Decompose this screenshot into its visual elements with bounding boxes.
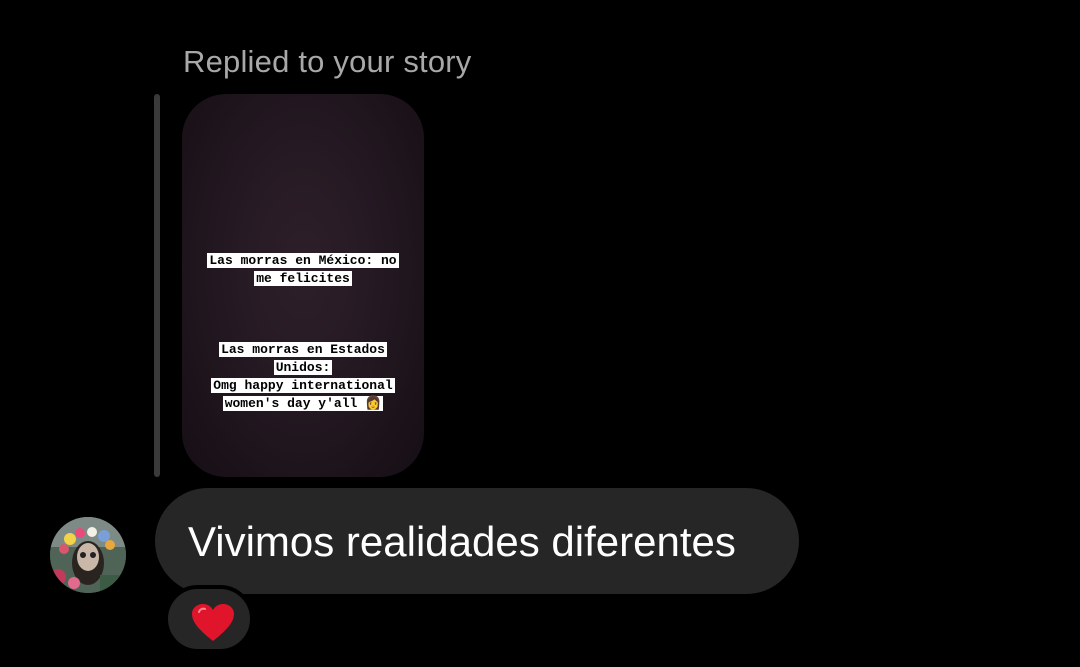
- story-text-line: Las morras en Estados: [219, 342, 387, 357]
- story-text-line: me felicites: [254, 271, 352, 286]
- story-text-line: Unidos:: [273, 360, 333, 375]
- story-text-line: Las morras en México: no: [207, 253, 399, 268]
- story-text-line: Omg happy international: [211, 378, 395, 393]
- story-preview-card[interactable]: Las morras en México: no me felicites La…: [182, 94, 424, 477]
- reply-indicator-bar: [154, 94, 160, 477]
- story-text-block-2: Las morras en Estados Unidos: Omg happy …: [182, 341, 424, 413]
- message-bubble[interactable]: Vivimos realidades diferentes: [155, 488, 799, 594]
- reaction-badge[interactable]: [164, 585, 254, 653]
- red-heart-icon: [192, 604, 234, 641]
- story-text-line: women's day y'all 👩: [222, 396, 384, 411]
- avatar-image: [50, 517, 126, 593]
- story-text-block-1: Las morras en México: no me felicites: [182, 252, 424, 288]
- sender-avatar[interactable]: [50, 517, 126, 593]
- message-text: Vivimos realidades diferentes: [188, 518, 736, 565]
- replied-to-story-label: Replied to your story: [183, 44, 472, 79]
- dm-thread: Replied to your story Las morras en Méxi…: [0, 0, 1080, 667]
